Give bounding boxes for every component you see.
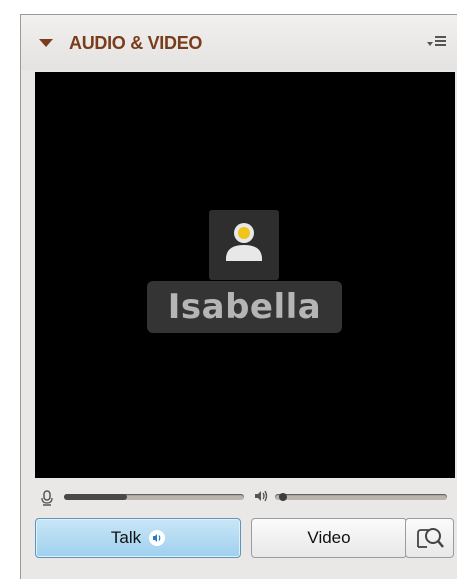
panel-title: AUDIO & VIDEO <box>69 33 203 53</box>
speaker-view-icon <box>416 528 444 548</box>
panel-header[interactable]: AUDIO & VIDEO <box>21 15 457 70</box>
video-button-label: Video <box>307 528 351 547</box>
avatar <box>209 210 279 280</box>
person-icon <box>226 223 262 261</box>
video-display: Isabella <box>35 72 455 478</box>
microphone-volume-slider[interactable] <box>64 494 244 500</box>
video-button[interactable]: Video <box>251 518 407 558</box>
speaker-volume-slider[interactable] <box>275 493 447 501</box>
microphone-level-fill <box>64 494 127 500</box>
speaker-icon <box>255 490 268 502</box>
talk-button-label: Talk <box>110 528 142 547</box>
speaker-volume-handle[interactable] <box>279 493 288 501</box>
speaker-view-button[interactable] <box>405 518 454 558</box>
microphone-icon <box>41 490 53 506</box>
panel-menu-icon[interactable] <box>427 33 449 49</box>
participant-name: Isabella <box>147 281 342 333</box>
talk-speaker-icon <box>149 530 166 546</box>
talk-button[interactable]: Talk <box>35 518 241 558</box>
audio-video-panel: AUDIO & VIDEO Isabella Talk Video <box>20 14 457 579</box>
triangle-down-icon[interactable] <box>39 39 53 47</box>
